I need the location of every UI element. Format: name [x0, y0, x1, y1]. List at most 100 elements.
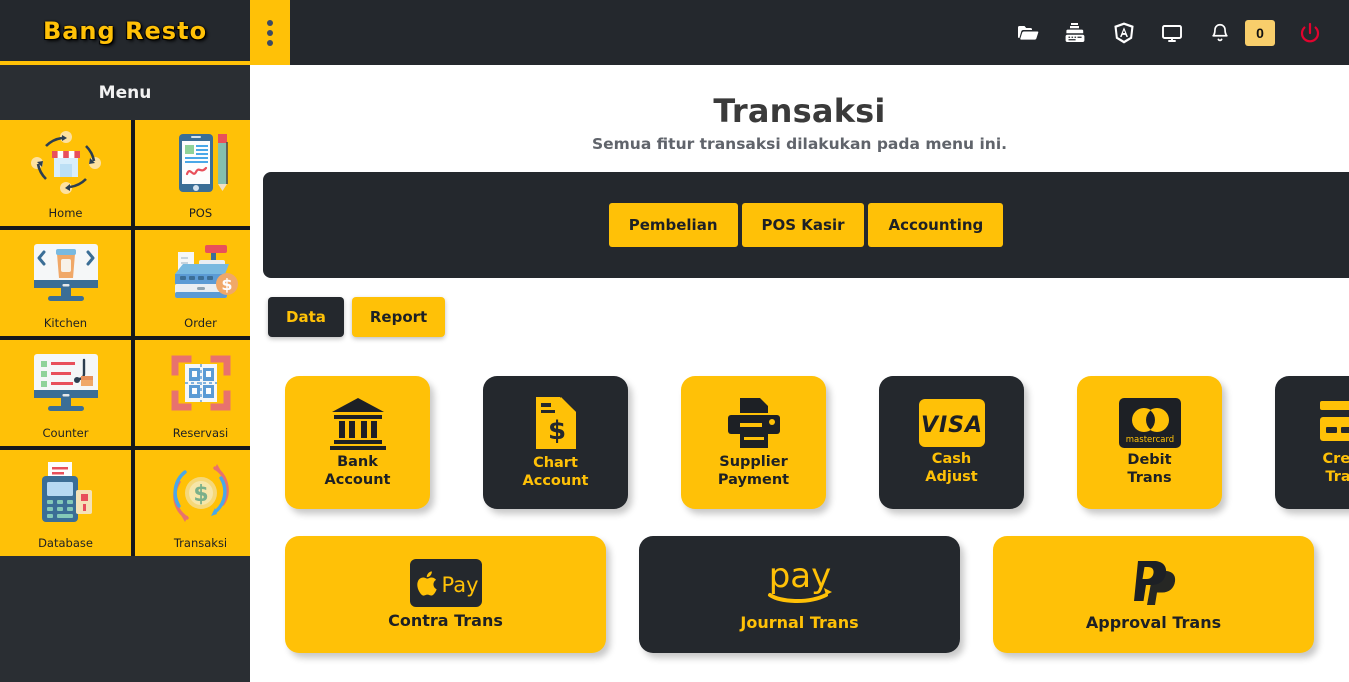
- card-label-line1: Credit: [1322, 451, 1349, 468]
- kebab-menu-icon[interactable]: [250, 0, 290, 65]
- card-terminal-receipt-icon: [0, 450, 131, 536]
- card-label: Contra Trans: [388, 610, 503, 630]
- sidebar-menu-grid: Home POS Kitchen $ Order Counter Reserva…: [0, 120, 266, 556]
- brand-logo[interactable]: Bang Resto: [0, 0, 250, 65]
- desktop-icon[interactable]: [1159, 20, 1185, 46]
- page-subtitle: Semua fitur transaksi dilakukan pada men…: [591, 135, 1008, 153]
- card-label: Chart Account: [523, 455, 589, 490]
- sidebar-item-counter[interactable]: Counter: [0, 340, 131, 446]
- card-approval-trans[interactable]: Approval Trans: [993, 536, 1314, 653]
- bank-icon: [328, 396, 388, 451]
- angular-icon[interactable]: [1111, 20, 1137, 46]
- card-label-line1: Bank: [337, 454, 378, 471]
- card-label: Journal Trans: [740, 612, 859, 632]
- sidebar-item-kitchen[interactable]: Kitchen: [0, 230, 131, 336]
- card-contra-trans[interactable]: Pay Contra Trans: [285, 536, 606, 653]
- card-debit-trans[interactable]: mastercard Debit Trans: [1077, 376, 1222, 509]
- card-label-line2: Adjust: [925, 468, 978, 485]
- bell-icon[interactable]: [1207, 20, 1233, 46]
- sidebar-item-reservasi[interactable]: Reservasi: [135, 340, 266, 446]
- card-label: Debit Trans: [1127, 452, 1171, 487]
- card-label-line1: Chart: [533, 455, 578, 472]
- dollar-cycle-icon: $: [135, 450, 266, 536]
- svg-text:$: $: [193, 482, 208, 507]
- svg-text:mastercard: mastercard: [1125, 435, 1173, 445]
- segment-button-pembelian[interactable]: Pembelian: [608, 203, 738, 247]
- paypal-icon: [1126, 557, 1182, 609]
- credit-card-icon: [1318, 399, 1349, 447]
- segment-panel: Pembelian POS Kasir Accounting: [263, 172, 1349, 278]
- sidebar-item-label: POS: [188, 206, 213, 220]
- card-label-line2: Account: [324, 471, 391, 488]
- card-label: Approval Trans: [1085, 612, 1222, 632]
- mastercard-icon: mastercard: [1118, 398, 1181, 449]
- cards-row-2: Pay Contra Trans pay Journal Trans Appro…: [285, 536, 1314, 653]
- topbar-icon-group: 0: [1015, 0, 1349, 65]
- monitor-checklist-icon: [0, 340, 131, 426]
- segment-button-accounting[interactable]: Accounting: [868, 203, 1004, 247]
- amazon-pay-icon: pay: [752, 557, 848, 609]
- kebab-dot: [267, 39, 273, 46]
- sidebar-item-label: Order: [184, 316, 217, 330]
- qr-scan-icon: [135, 340, 266, 426]
- visa-icon: VISA: [918, 399, 985, 448]
- segment-button-pos-kasir[interactable]: POS Kasir: [741, 203, 865, 247]
- card-label: Supplier Payment: [718, 454, 789, 489]
- card-label: Cash Adjust: [925, 451, 977, 486]
- tab-bar: Data Report: [268, 297, 446, 337]
- sidebar-item-label: Home: [48, 206, 83, 220]
- power-icon[interactable]: [1297, 20, 1323, 46]
- kebab-dot: [267, 19, 273, 26]
- sidebar-title: Menu: [98, 82, 152, 103]
- page-header: Transaksi Semua fitur transaksi dilakuka…: [250, 65, 1349, 153]
- cash-register-icon[interactable]: [1063, 20, 1089, 46]
- sidebar-item-home[interactable]: Home: [0, 120, 131, 226]
- card-label-line2: Trans: [1325, 468, 1349, 485]
- sidebar-item-label: Database: [38, 536, 93, 550]
- card-label-line2: Payment: [717, 471, 790, 488]
- cash-register-dollar-icon: $: [135, 230, 266, 316]
- card-label: Credit Trans: [1323, 451, 1349, 486]
- sidebar-item-label: Transaksi: [173, 536, 228, 550]
- card-label: Bank Account: [325, 454, 391, 489]
- svg-text:$: $: [221, 275, 232, 294]
- tab-data[interactable]: Data: [268, 297, 344, 337]
- sidebar-item-pos[interactable]: POS: [135, 120, 266, 226]
- store-cycle-icon: [0, 120, 131, 206]
- card-label-line1: Supplier: [719, 454, 788, 471]
- page-title: Transaksi: [713, 92, 886, 130]
- tab-report[interactable]: Report: [351, 297, 446, 337]
- printer-icon: [726, 396, 782, 450]
- svg-text:Pay: Pay: [441, 573, 478, 597]
- svg-text:$: $: [547, 416, 565, 446]
- card-journal-trans[interactable]: pay Journal Trans: [639, 536, 960, 653]
- card-bank-account[interactable]: Bank Account: [285, 376, 430, 509]
- apple-pay-icon: Pay: [409, 558, 482, 607]
- card-credit-trans[interactable]: Credit Trans: [1275, 376, 1349, 509]
- svg-text:pay: pay: [768, 557, 831, 596]
- sidebar-item-database[interactable]: Database: [0, 450, 131, 556]
- main-content: Transaksi Semua fitur transaksi dilakuka…: [250, 65, 1349, 682]
- sidebar: Menu Home POS Kitchen $ Order Counter Re…: [0, 65, 266, 682]
- mobile-signature-pen-icon: [135, 120, 266, 206]
- card-chart-account[interactable]: $ Chart Account: [483, 376, 628, 509]
- card-supplier-payment[interactable]: Supplier Payment: [681, 376, 826, 509]
- sidebar-item-label: Kitchen: [43, 316, 88, 330]
- notification-count-badge[interactable]: 0: [1245, 19, 1275, 46]
- card-label-line1: Debit: [1127, 452, 1172, 469]
- brand-title: Bang Resto: [42, 16, 208, 45]
- cards-row-1: Bank Account $ Chart Account Supplier Pa…: [285, 376, 1349, 509]
- monitor-coffee-icon: [0, 230, 131, 316]
- app-root: Bang Resto 0 Menu Home POS Kitchen $ Ord…: [0, 0, 1349, 682]
- svg-text:VISA: VISA: [920, 413, 982, 438]
- sidebar-item-transaksi[interactable]: $ Transaksi: [135, 450, 266, 556]
- card-label-line2: Account: [522, 472, 589, 489]
- sidebar-item-order[interactable]: $ Order: [135, 230, 266, 336]
- kebab-dot: [267, 29, 273, 36]
- card-label-line2: Trans: [1127, 469, 1172, 486]
- sidebar-item-label: Counter: [42, 426, 89, 440]
- card-cash-adjust[interactable]: VISA Cash Adjust: [879, 376, 1024, 509]
- folder-open-icon[interactable]: [1015, 20, 1041, 46]
- card-label-line1: Cash: [931, 451, 972, 468]
